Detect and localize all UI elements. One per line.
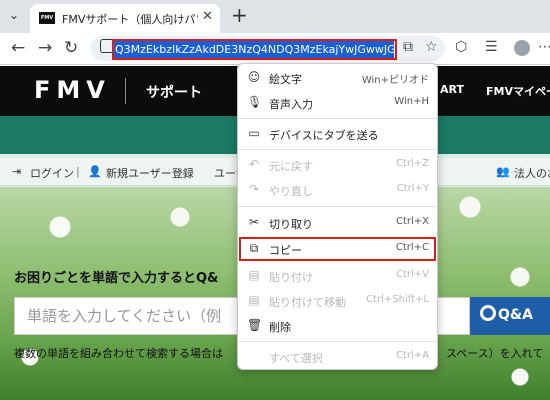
context-menu: ☺ 絵文字 Win+ピリオド 🎙 音声入力 Win+H ▭ デバイスにタブを送る… [237, 63, 438, 370]
search-hint: 複数の単語を組み合わせて検索する場合は [14, 347, 223, 360]
tab-title: FMVサポート（個人向けパソコンFMV」 [62, 13, 198, 26]
logo-divider [125, 78, 126, 104]
tab-strip: ⌄ FMV FMVサポート（個人向けパソコンFMV」 ✕ + [0, 0, 550, 33]
profile-avatar[interactable] [514, 40, 530, 56]
forward-icon[interactable]: → [38, 38, 52, 58]
menu-label: 削除 [269, 321, 291, 334]
device-icon: ▭ [248, 126, 260, 140]
menu-label: やり直し [269, 185, 313, 198]
menu-item-redo: ↷ やり直し Ctrl+Y [238, 179, 437, 201]
favicon-icon: FMV [39, 12, 55, 24]
redo-icon: ↷ [248, 182, 260, 196]
menu-label: すべて選択 [269, 352, 323, 365]
menu-item-paste-and-go: ▤ 貼り付けて移動 Ctrl+Shift+L [238, 290, 437, 312]
favorites-list-icon[interactable]: ☰ [485, 39, 498, 55]
back-icon[interactable]: ← [11, 38, 25, 58]
menu-separator [238, 206, 437, 207]
login-link[interactable]: ログイン [30, 165, 74, 181]
tab-list-chevron-icon[interactable]: ⌄ [9, 8, 19, 22]
menu-item-voice-input[interactable]: 🎙 音声入力 Win+H [238, 92, 437, 114]
menu-item-send-tab[interactable]: ▭ デバイスにタブを送る [238, 123, 437, 145]
menu-shortcut: Ctrl+A [395, 350, 429, 361]
trash-icon: 🗑 [247, 318, 263, 332]
emoji-icon: ☺ [247, 70, 261, 84]
menu-label: 貼り付けて移動 [269, 296, 346, 309]
more-menu-icon[interactable]: ⋯ [538, 39, 550, 55]
menu-shortcut: Ctrl+X [395, 216, 429, 227]
reload-icon[interactable]: ↻ [64, 38, 78, 58]
separator: | [76, 165, 80, 178]
menu-item-undo: ↶ 元に戻す Ctrl+Z [238, 154, 437, 176]
menu-separator [238, 341, 437, 342]
menu-label: 切り取り [269, 218, 313, 231]
open-in-app-icon[interactable]: ⧉ [403, 39, 413, 55]
search-button-label: Q&A [498, 307, 533, 323]
menu-separator [238, 118, 437, 119]
menu-label: 貼り付け [269, 271, 313, 284]
paste-icon: ▤ [248, 268, 260, 282]
hero-title: お困りごとを単語で入力するとQ& [14, 271, 219, 286]
menu-shortcut: Ctrl+V [395, 269, 429, 280]
support-title[interactable]: サポート [146, 82, 202, 102]
search-icon [480, 305, 496, 321]
undo-icon: ↶ [248, 157, 260, 171]
fmv-logo[interactable]: FMV [34, 76, 111, 104]
menu-shortcut: Ctrl+Z [395, 158, 429, 169]
register-link[interactable]: 新規ユーザー登録 [106, 165, 194, 181]
menu-label: 絵文字 [269, 73, 302, 86]
corporate-link[interactable]: 法人のお [514, 165, 550, 181]
microphone-icon: 🎙 [247, 95, 263, 109]
scissors-icon: ✂ [248, 215, 260, 229]
favorite-star-icon[interactable]: ☆ [425, 39, 438, 55]
menu-label: 音声入力 [269, 98, 313, 111]
search-hint-continued: スペース）を入れて [446, 347, 544, 360]
menu-item-select-all: すべて選択 Ctrl+A [238, 346, 437, 368]
menu-label: デバイスにタブを送る [269, 129, 379, 142]
menu-shortcut: Win+H [394, 96, 429, 107]
menu-shortcut: Win+ピリオド [361, 75, 429, 86]
login-icon[interactable]: ⇥ [12, 165, 21, 178]
menu-item-paste: ▤ 貼り付け Ctrl+V [238, 265, 437, 287]
copy-highlight-box [239, 237, 436, 261]
add-user-icon[interactable]: 👤 [88, 165, 102, 178]
paste-go-icon: ▤ [248, 293, 260, 307]
menu-shortcut: Ctrl+Shift+L [366, 294, 429, 305]
url-highlight-box [112, 39, 397, 60]
menu-item-delete[interactable]: 🗑 削除 [238, 315, 437, 337]
users-icon[interactable]: 👥 [496, 165, 510, 178]
menu-item-cut[interactable]: ✂ 切り取り Ctrl+X [238, 212, 437, 234]
menu-separator [238, 149, 437, 150]
menu-shortcut: Ctrl+Y [396, 183, 429, 194]
extensions-icon[interactable]: ⬡ [455, 39, 467, 55]
browser-tab[interactable]: FMV FMVサポート（個人向けパソコンFMV」 ✕ [30, 4, 220, 33]
menu-label: 元に戻す [269, 160, 313, 173]
close-tab-icon[interactable]: ✕ [202, 9, 213, 24]
new-tab-icon[interactable]: + [231, 3, 248, 27]
menu-item-emoji[interactable]: ☺ 絵文字 Win+ピリオド [238, 67, 437, 89]
nav-link-mypage[interactable]: FMVマイペー [486, 83, 550, 99]
nav-link-art[interactable]: ART [440, 83, 464, 96]
